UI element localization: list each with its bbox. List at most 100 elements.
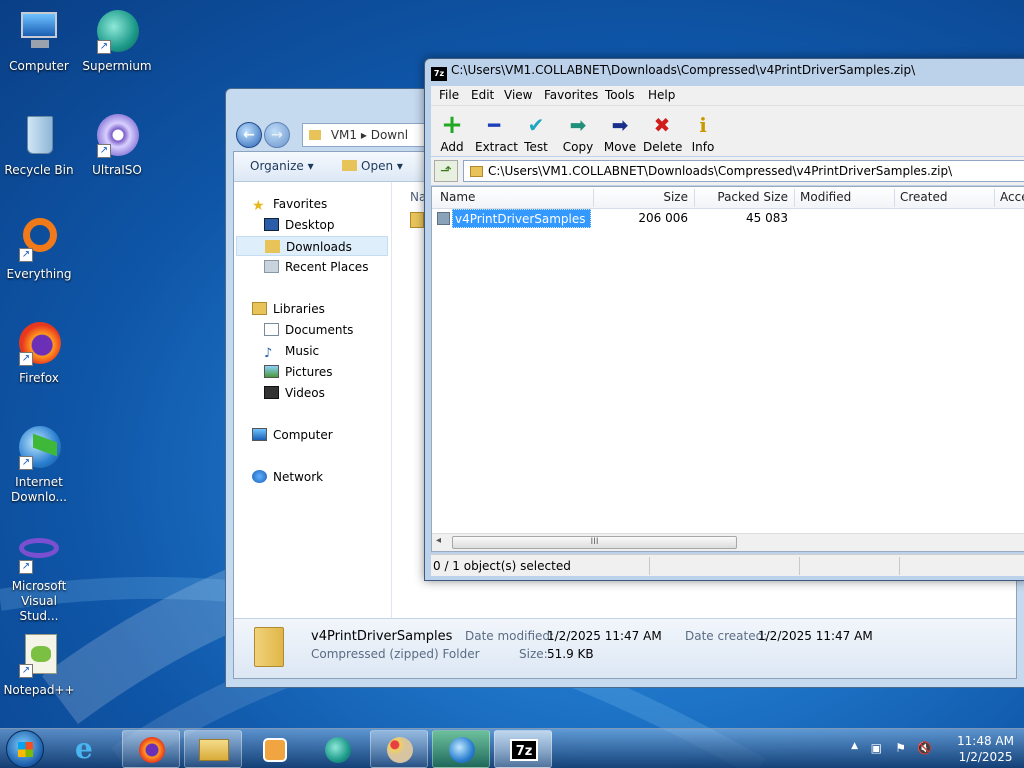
taskbar-media-player-button[interactable] xyxy=(246,730,304,768)
everything-icon: ↗ xyxy=(15,216,63,264)
column-divider xyxy=(694,189,695,207)
path-field[interactable]: C:\Users\VM1.COLLABNET\Downloads\Compres… xyxy=(463,160,1024,182)
row-size: 206 006 xyxy=(638,211,688,225)
shortcut-arrow-icon: ↗ xyxy=(19,248,33,262)
nav-recent-places[interactable]: Recent Places xyxy=(264,257,368,277)
breadcrumb-downloads[interactable]: Downl xyxy=(371,128,408,142)
desktop-icon-recycle-bin[interactable]: Recycle Bin xyxy=(1,112,77,178)
move-button[interactable]: ➡ Move xyxy=(603,106,637,154)
nav-pictures[interactable]: Pictures xyxy=(264,362,333,382)
notepadpp-icon: ↗ xyxy=(15,632,63,680)
supermium-icon: ↗ xyxy=(93,8,141,56)
computer-icon xyxy=(15,8,63,56)
desktop-icon-notepadpp[interactable]: ↗ Notepad++ xyxy=(1,632,77,698)
column-packed-size[interactable]: Packed Size xyxy=(694,190,788,204)
clock[interactable]: 11:48 AM 1/2/2025 xyxy=(957,733,1014,765)
info-icon: i xyxy=(699,113,707,137)
volume-muted-icon[interactable]: 🔇 xyxy=(917,741,932,755)
shortcut-arrow-icon: ↗ xyxy=(19,560,33,574)
taskbar-explorer-button[interactable] xyxy=(184,730,242,768)
firefox-icon: ↗ xyxy=(15,320,63,368)
desktop-icon-supermium[interactable]: ↗ Supermium xyxy=(79,8,155,74)
details-file-type: Compressed (zipped) Folder xyxy=(311,647,480,661)
nav-music[interactable]: ♪ Music xyxy=(264,341,319,361)
status-divider xyxy=(899,557,900,575)
address-bar[interactable]: VM1 ▸ Downl xyxy=(302,123,432,147)
column-modified[interactable]: Modified xyxy=(800,190,851,204)
internet-explorer-icon: e xyxy=(75,732,93,765)
network-tray-icon[interactable]: ▣ xyxy=(871,741,882,755)
scrollbar-thumb[interactable]: III xyxy=(452,536,737,549)
zip-folder-large-icon xyxy=(254,627,284,667)
column-created[interactable]: Created xyxy=(900,190,948,204)
taskbar-paint-button[interactable] xyxy=(370,730,428,768)
column-size[interactable]: Size xyxy=(632,190,688,204)
open-button[interactable]: Open ▾ xyxy=(342,159,403,173)
show-hidden-icons-icon[interactable]: ▲ xyxy=(851,741,858,751)
menu-favorites[interactable]: Favorites xyxy=(544,88,598,102)
sevenzip-window[interactable]: 7z C:\Users\VM1.COLLABNET\Downloads\Compr… xyxy=(424,58,1024,581)
copy-button[interactable]: ➡ Copy xyxy=(561,106,595,154)
nav-network[interactable]: Network xyxy=(252,467,323,487)
nav-favorites[interactable]: ★ Favorites xyxy=(252,194,327,214)
details-size-label: Size: xyxy=(519,647,548,661)
nav-computer[interactable]: Computer xyxy=(252,425,333,445)
column-name[interactable]: Name xyxy=(440,190,475,204)
back-button[interactable]: ← xyxy=(236,122,262,148)
clock-time: 11:48 AM xyxy=(957,734,1014,748)
taskbar-firefox-button[interactable] xyxy=(122,730,180,768)
nav-desktop[interactable]: Desktop xyxy=(264,215,335,235)
folder-icon xyxy=(437,212,450,225)
nav-downloads[interactable]: Downloads xyxy=(236,236,388,256)
column-accessed[interactable]: Acce xyxy=(1000,190,1024,204)
taskbar-7zip-button[interactable]: 7z xyxy=(494,730,552,768)
nav-documents[interactable]: Documents xyxy=(264,320,353,340)
file-explorer-icon xyxy=(199,739,229,761)
file-item-zip-icon[interactable] xyxy=(410,212,424,228)
menu-edit[interactable]: Edit xyxy=(471,88,494,102)
clock-date: 1/2/2025 xyxy=(958,750,1013,764)
action-center-flag-icon[interactable]: ⚑ xyxy=(895,741,906,755)
desktop-label: Notepad++ xyxy=(3,683,75,697)
nav-videos[interactable]: Videos xyxy=(264,383,325,403)
desktop-icon-firefox[interactable]: ↗ Firefox xyxy=(1,320,77,386)
paint-palette-icon xyxy=(387,737,413,763)
up-folder-button[interactable]: ⬏ xyxy=(434,160,458,182)
delete-button[interactable]: ✖ Delete xyxy=(643,106,682,154)
menu-file[interactable]: File xyxy=(439,88,459,102)
column-divider xyxy=(894,189,895,207)
menu-tools[interactable]: Tools xyxy=(605,88,635,102)
horizontal-scrollbar[interactable]: ◂ III xyxy=(432,533,1024,551)
desktop-icon-computer[interactable]: Computer xyxy=(1,8,77,74)
row-name[interactable]: v4PrintDriverSamples xyxy=(452,209,591,228)
desktop-icon-everything[interactable]: ↗ Everything xyxy=(1,216,77,282)
info-button[interactable]: i Info xyxy=(689,106,717,154)
add-button[interactable]: + Add xyxy=(437,106,467,154)
nav-libraries[interactable]: Libraries xyxy=(252,299,325,319)
star-icon: ★ xyxy=(252,198,265,214)
internet-download-icon: ↗ xyxy=(15,424,63,472)
extract-button[interactable]: ━ Extract xyxy=(475,106,518,154)
taskbar-supermium-button[interactable] xyxy=(308,730,366,768)
test-button[interactable]: ✔ Test xyxy=(523,106,549,154)
menu-view[interactable]: View xyxy=(504,88,532,102)
taskbar-ie-button[interactable]: e xyxy=(60,730,118,768)
table-row[interactable]: v4PrintDriverSamples 206 006 45 083 xyxy=(432,209,1024,229)
desktop-icon-ultraiso[interactable]: ↗ UltraISO xyxy=(79,112,155,178)
taskbar-internet-download-button[interactable] xyxy=(432,730,490,768)
details-pane: v4PrintDriverSamples Compressed (zipped)… xyxy=(234,618,1016,678)
breadcrumb-vm1[interactable]: VM1 xyxy=(331,128,357,142)
recent-places-icon xyxy=(264,260,279,273)
start-button[interactable] xyxy=(6,730,44,768)
desktop-label: Recycle Bin xyxy=(4,163,74,177)
shortcut-arrow-icon: ↗ xyxy=(19,456,33,470)
archive-file-list: Name Size Packed Size Modified Created A… xyxy=(431,186,1024,552)
forward-button[interactable]: → xyxy=(264,122,290,148)
menu-help[interactable]: Help xyxy=(648,88,675,102)
desktop-label: Computer xyxy=(9,59,69,73)
desktop-icon-internet-download[interactable]: ↗ Internet Downlo... xyxy=(1,424,77,505)
desktop-icon-visual-studio[interactable]: ↗ Microsoft Visual Stud... xyxy=(1,528,77,624)
organize-button[interactable]: Organize ▾ xyxy=(250,159,314,173)
details-file-name: v4PrintDriverSamples xyxy=(311,629,453,644)
status-text: 0 / 1 object(s) selected xyxy=(433,559,571,573)
